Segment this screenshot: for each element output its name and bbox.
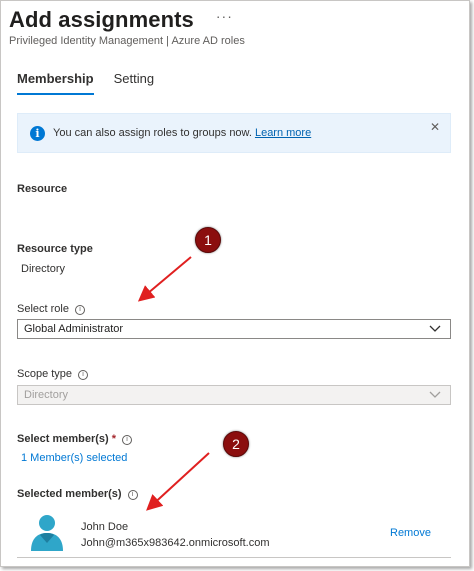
select-role-text: Select role	[17, 303, 69, 315]
close-icon[interactable]: ✕	[430, 120, 440, 134]
help-icon[interactable]: i	[122, 434, 132, 445]
help-icon[interactable]: i	[127, 489, 138, 500]
breadcrumb-subtitle: Privileged Identity Management | Azure A…	[9, 35, 245, 47]
more-options-icon[interactable]: ···	[216, 8, 233, 24]
select-members-text: Select member(s)	[17, 433, 109, 445]
divider	[17, 557, 451, 558]
page-title: Add assignments	[9, 7, 194, 32]
annotation-badge-1: 1	[195, 227, 221, 253]
scope-type-label: Scope type i	[17, 368, 89, 381]
select-role-dropdown[interactable]: Global Administrator	[17, 319, 451, 339]
help-icon[interactable]: i	[74, 304, 85, 315]
resource-type-value: Directory	[21, 263, 66, 275]
chevron-down-icon	[429, 325, 441, 332]
required-indicator: *	[111, 433, 116, 445]
annotation-badge-2: 2	[223, 431, 249, 457]
chevron-down-icon	[429, 391, 441, 398]
scope-type-value: Directory	[24, 389, 69, 401]
members-selected-link[interactable]: 1 Member(s) selected	[21, 452, 127, 464]
add-assignments-panel: Add assignments ··· Privileged Identity …	[0, 0, 470, 567]
tab-bar: Membership Setting	[17, 71, 154, 95]
info-icon: i	[30, 125, 45, 141]
info-message: You can also assign roles to groups now.	[53, 127, 252, 139]
scope-type-text: Scope type	[17, 368, 73, 380]
learn-more-link[interactable]: Learn more	[255, 127, 311, 139]
selected-members-label: Selected member(s) i	[17, 488, 138, 501]
member-name: John Doe	[81, 521, 129, 533]
selected-members-text: Selected member(s)	[17, 488, 122, 500]
member-email: John@m365x983642.onmicrosoft.com	[81, 537, 270, 549]
title-row: Add assignments ···	[9, 7, 233, 33]
annotation-arrow-1	[137, 256, 192, 302]
remove-member-button[interactable]: Remove	[390, 527, 431, 539]
tab-setting[interactable]: Setting	[114, 71, 154, 95]
info-banner-text: You can also assign roles to groups now.…	[53, 127, 311, 139]
help-icon[interactable]: i	[78, 369, 89, 380]
info-banner: i You can also assign roles to groups no…	[17, 113, 451, 153]
scope-type-dropdown: Directory	[17, 385, 451, 405]
resource-label: Resource	[17, 183, 68, 195]
resource-type-label: Resource type	[17, 243, 93, 255]
select-members-label: Select member(s) * i	[17, 433, 132, 446]
user-avatar-icon	[31, 515, 63, 551]
select-role-label: Select role i	[17, 303, 85, 316]
tab-membership[interactable]: Membership	[17, 71, 94, 95]
annotation-arrow-2	[146, 452, 210, 511]
select-role-value: Global Administrator	[24, 323, 124, 335]
